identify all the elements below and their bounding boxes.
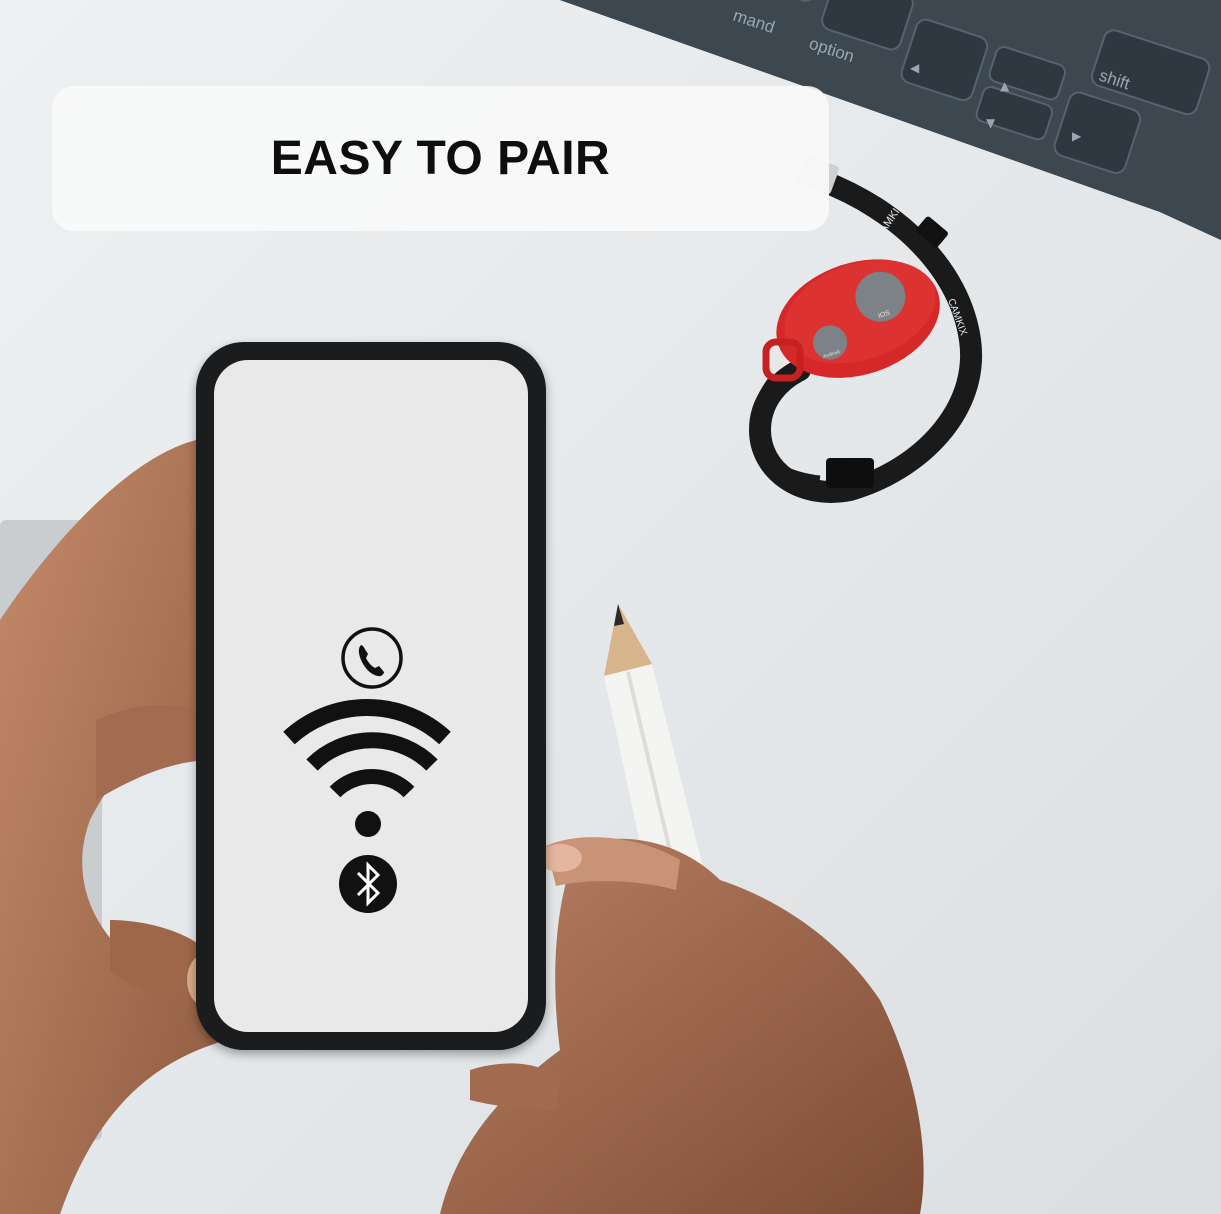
headline-banner: EASY TO PAIR — [52, 86, 829, 231]
headline-title: EASY TO PAIR — [270, 132, 611, 185]
bluetooth-icon — [339, 855, 397, 913]
cord-lock — [826, 458, 874, 488]
wifi-icon — [283, 699, 451, 837]
phone-screen — [214, 360, 528, 1032]
left-arrow-glyph: ◀ — [910, 61, 920, 75]
up-arrow-glyph: ▲ — [1000, 79, 1010, 93]
phone-call-icon — [341, 627, 403, 689]
right-arrow-glyph: ▶ — [1072, 129, 1082, 143]
down-arrow-glyph: ▼ — [986, 116, 996, 130]
smartphone — [196, 342, 546, 1050]
phone-screen-icons — [283, 627, 451, 913]
